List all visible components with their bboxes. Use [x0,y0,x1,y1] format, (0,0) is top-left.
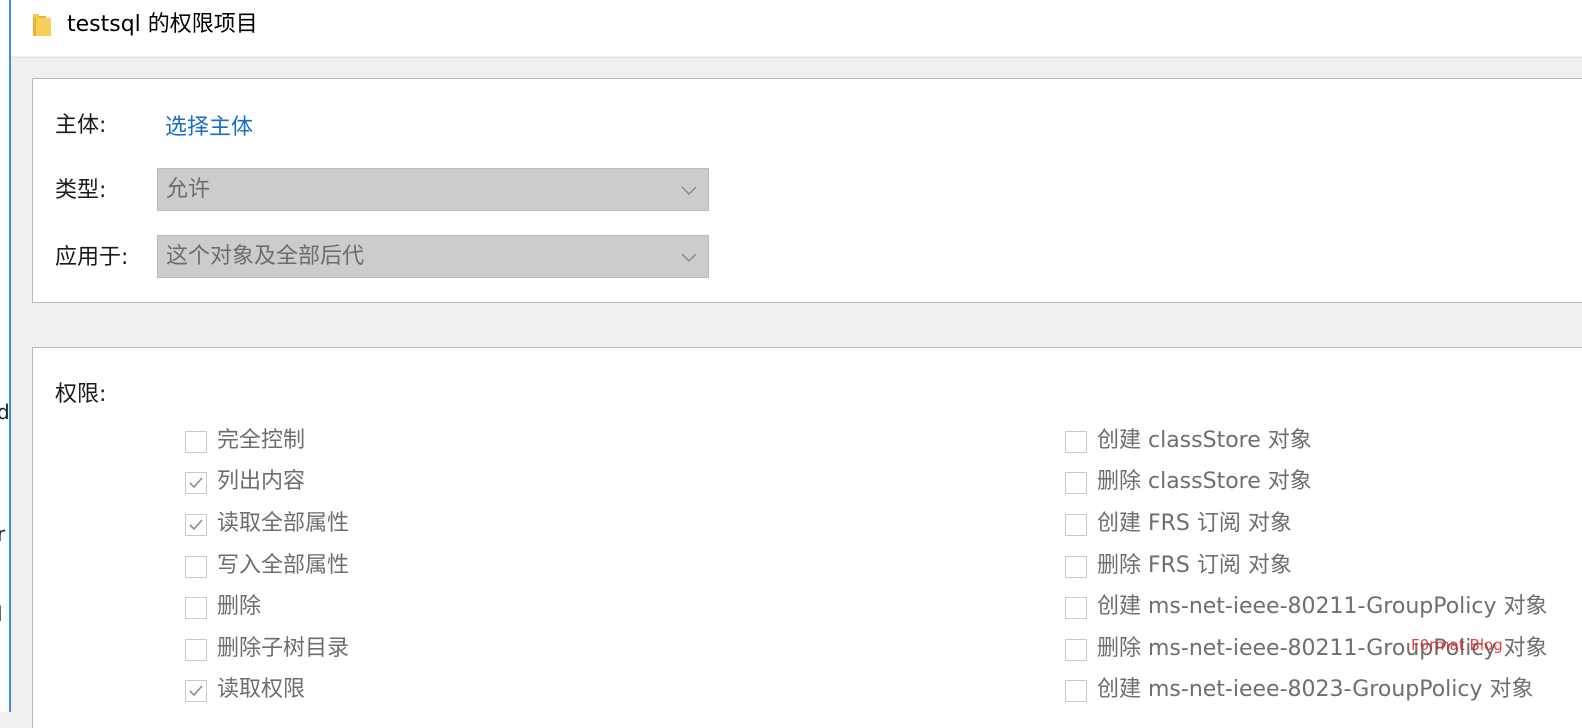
background-glyph: l [0,602,3,626]
permission-label: 删除子树目录 [217,636,350,661]
permissions-label: 权限: [55,382,107,407]
permission-checkbox[interactable] [1065,472,1087,494]
permission-checkbox[interactable] [185,680,207,702]
background-glyph: r [0,522,6,546]
permission-checkbox[interactable] [185,556,207,578]
permission-checkbox[interactable] [1065,556,1087,578]
permission-label: 创建 FRS 订阅 对象 [1097,511,1292,536]
permission-checkbox[interactable] [185,472,207,494]
background-glyph: d [0,400,10,424]
permission-checkbox[interactable] [185,514,207,536]
permission-label: 创建 ms-net-ieee-8023-GroupPolicy 对象 [1097,677,1534,702]
permission-label: 完全控制 [217,428,306,453]
permission-label: 创建 classStore 对象 [1097,428,1312,453]
permission-checkbox[interactable] [1065,680,1087,702]
principal-label: 主体: [55,113,107,138]
watermark: F0rmat Blog [1411,636,1503,654]
permission-checkbox[interactable] [185,431,207,453]
checkmark-icon [189,685,203,697]
permission-label: 读取权限 [217,677,306,702]
permission-checkbox[interactable] [1065,639,1087,661]
title-bar: testsql 的权限项目 [11,0,1582,56]
principal-section: 主体: 选择主体 类型: 允许 应用于: 这个对象及全部后代 [32,78,1582,303]
permission-checkbox[interactable] [185,597,207,619]
permission-label: 写入全部属性 [217,553,350,578]
permission-label: 删除 [217,594,262,619]
applies-to-select-value: 这个对象及全部后代 [166,244,365,269]
folder-icon [33,14,51,36]
background-window-edge: d r l [0,0,11,712]
permission-label: 删除 classStore 对象 [1097,469,1312,494]
title-divider [11,57,1582,58]
type-select[interactable]: 允许 [157,168,709,211]
permission-label: 删除 FRS 订阅 对象 [1097,553,1292,578]
permission-checkbox[interactable] [1065,597,1087,619]
permission-label: 创建 ms-net-ieee-80211-GroupPolicy 对象 [1097,594,1548,619]
permissions-section: 权限: 完全控制 列出内容 读取全部属性 写入全部属性 删除 删除子树目录 读取 [32,347,1582,728]
applies-to-label: 应用于: [55,245,129,270]
type-select-value: 允许 [166,177,211,202]
select-principal-link[interactable]: 选择主体 [165,113,253,143]
checkmark-icon [189,519,203,531]
permission-checkbox[interactable] [1065,514,1087,536]
type-label: 类型: [55,178,107,203]
chevron-down-icon [681,253,697,263]
permission-label: 列出内容 [217,469,306,494]
chevron-down-icon [681,186,697,196]
applies-to-select[interactable]: 这个对象及全部后代 [157,235,709,278]
permission-checkbox[interactable] [185,639,207,661]
checkmark-icon [189,477,203,489]
window-title: testsql 的权限项目 [67,12,258,37]
permission-checkbox[interactable] [1065,431,1087,453]
permission-label: 读取全部属性 [217,511,350,536]
